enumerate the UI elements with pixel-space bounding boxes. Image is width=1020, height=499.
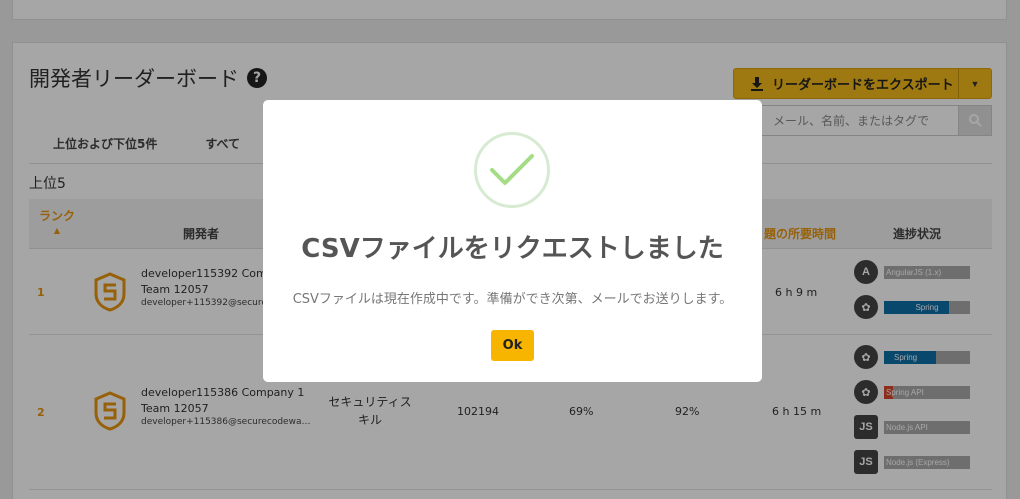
ok-button[interactable]: Ok <box>491 330 534 361</box>
success-check-icon <box>474 132 550 208</box>
modal-message: CSVファイルは現在作成中です。準備ができ次第、メールでお送りします。 <box>292 292 733 307</box>
modal-title: CSVファイルをリクエストしました <box>301 234 724 264</box>
checkmark-icon <box>490 154 534 185</box>
success-modal: CSVファイルをリクエストしました CSVファイルは現在作成中です。準備ができ次… <box>263 100 762 382</box>
